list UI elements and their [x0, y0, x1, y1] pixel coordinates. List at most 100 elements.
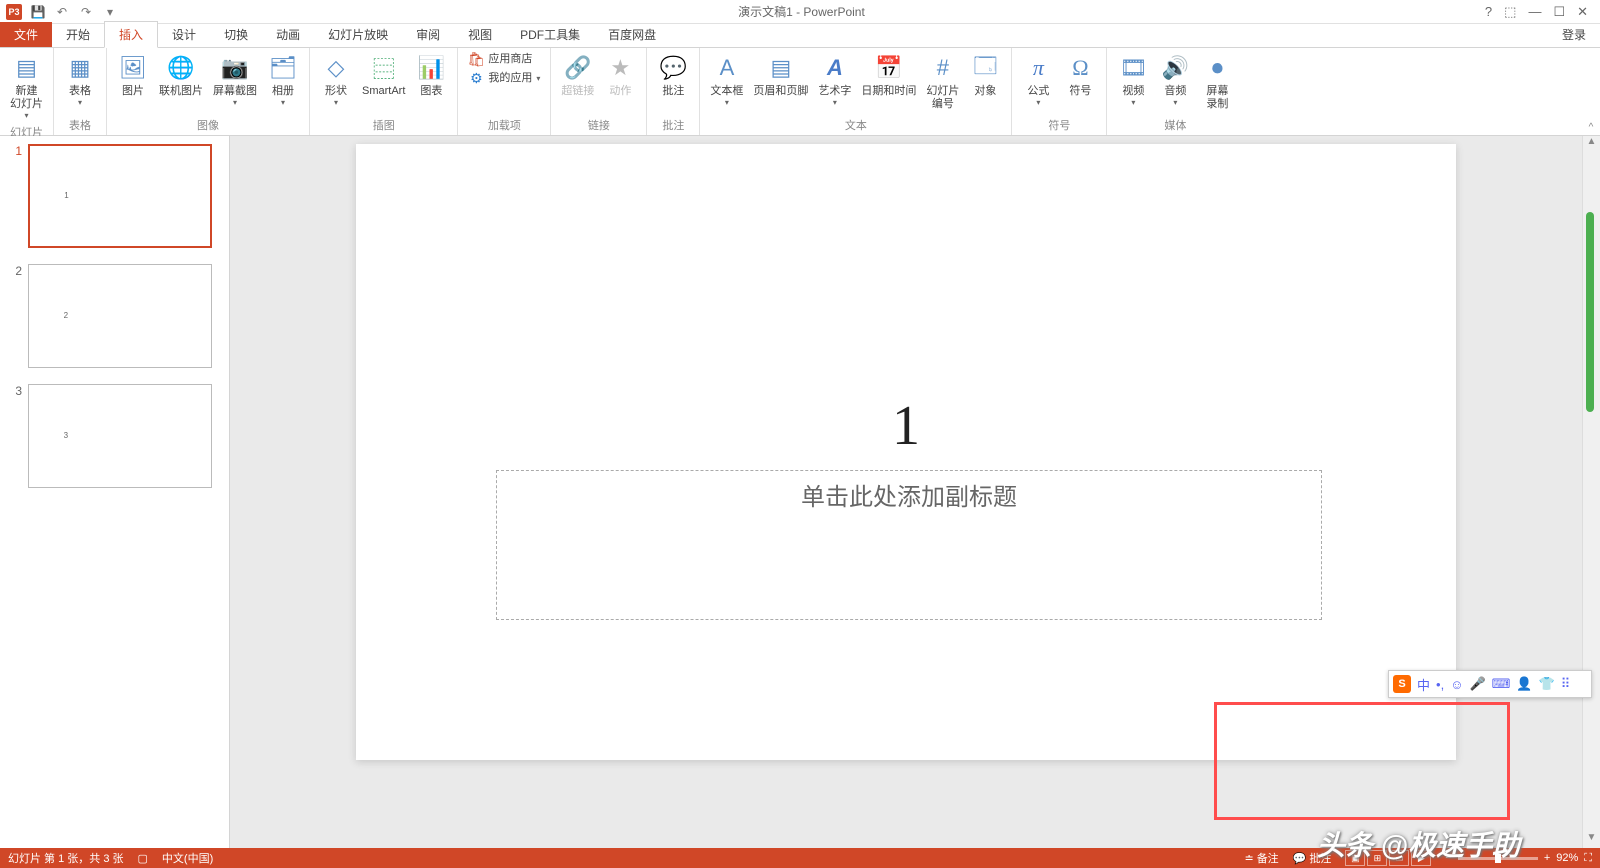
ime-menu-button[interactable]: ⠿	[1561, 676, 1571, 692]
thumb-content: 1	[64, 191, 68, 200]
store-button[interactable]: 🛍 应用商店	[464, 50, 544, 68]
thumbnail-2[interactable]: 2 2	[10, 264, 219, 368]
help-button[interactable]: ?	[1485, 4, 1492, 20]
album-button[interactable]: 🗂 相册 ▾	[263, 50, 303, 109]
ime-toolbar[interactable]: S 中 •, ☺ 🎤 ⌨ 👤 👕 ⠿	[1388, 670, 1592, 698]
online-picture-label: 联机图片	[159, 85, 203, 98]
slide-subtitle-placeholder[interactable]: 单击此处添加副标题	[496, 470, 1322, 620]
thumb-preview[interactable]: 3	[28, 384, 212, 488]
tab-insert[interactable]: 插入	[104, 21, 158, 48]
slide-number-button[interactable]: # 幻灯片 编号	[922, 50, 963, 113]
fit-to-window-button[interactable]: ⛶	[1584, 852, 1592, 865]
ime-voice-button[interactable]: 🎤	[1469, 676, 1485, 692]
video-button[interactable]: 🎞 视频 ▾	[1113, 50, 1153, 109]
ime-skin-button[interactable]: 👕	[1539, 676, 1555, 692]
zoom-slider[interactable]	[1458, 857, 1538, 860]
group-label-text: 文本	[845, 115, 867, 135]
minimize-button[interactable]: —	[1528, 4, 1541, 20]
dropdown-caret-icon: ▾	[1173, 98, 1177, 107]
dropdown-caret-icon: ▾	[1036, 98, 1040, 107]
video-icon: 🎞	[1117, 52, 1149, 84]
slide-sorter-button[interactable]: ⊞	[1367, 850, 1387, 866]
sign-in-button[interactable]: 登录	[1548, 22, 1600, 47]
ime-punct-toggle[interactable]: •,	[1436, 677, 1444, 692]
scroll-up-button[interactable]: ▲	[1583, 136, 1600, 152]
thumbnail-1[interactable]: 1 1	[10, 144, 219, 248]
wordart-button[interactable]: A 艺术字 ▾	[814, 50, 855, 109]
new-slide-button[interactable]: ▤ 新建 幻灯片 ▾	[6, 50, 47, 122]
object-button[interactable]: 🗔 对象	[965, 50, 1005, 100]
slideshow-view-button[interactable]: ▶	[1411, 850, 1431, 866]
maximize-button[interactable]: ☐	[1553, 4, 1565, 20]
notes-button[interactable]: ≐ 备注	[1244, 850, 1278, 866]
ime-lang-toggle[interactable]: 中	[1417, 675, 1430, 694]
equation-button[interactable]: π 公式 ▾	[1018, 50, 1058, 109]
ribbon-display-options[interactable]: ⬚	[1504, 4, 1516, 20]
comment-button[interactable]: 💬 批注	[653, 50, 693, 100]
scroll-track[interactable]	[1583, 152, 1600, 832]
ime-emoji-button[interactable]: ☺	[1450, 677, 1463, 692]
group-comments: 💬 批注 批注	[647, 48, 700, 135]
comments-button[interactable]: 💬 批注	[1293, 850, 1332, 866]
thumbnail-3[interactable]: 3 3	[10, 384, 219, 488]
slide-title[interactable]: 1	[892, 394, 920, 458]
slide-number-label: 幻灯片 编号	[926, 85, 959, 111]
start-from-beginning-button[interactable]: ▾	[102, 4, 118, 20]
audio-button[interactable]: 🔊 音频 ▾	[1155, 50, 1195, 109]
undo-button[interactable]: ↶	[54, 4, 70, 20]
symbol-label: 符号	[1069, 85, 1091, 98]
tab-design[interactable]: 设计	[158, 22, 210, 47]
zoom-slider-knob[interactable]	[1495, 854, 1501, 863]
shapes-button[interactable]: ◇ 形状 ▾	[316, 50, 356, 109]
quick-access-toolbar: P3 💾 ↶ ↷ ▾	[0, 4, 118, 20]
slide-canvas[interactable]: 1 单击此处添加副标题	[356, 144, 1456, 760]
datetime-button[interactable]: 📅 日期和时间	[857, 50, 920, 100]
album-label: 相册	[272, 85, 294, 98]
reading-view-button[interactable]: ▭	[1389, 850, 1409, 866]
table-button[interactable]: ▦ 表格 ▾	[60, 50, 100, 109]
close-button[interactable]: ✕	[1577, 4, 1588, 20]
collapse-ribbon-button[interactable]: ^	[1582, 48, 1600, 135]
screen-recording-button[interactable]: ⏺ 屏幕 录制	[1197, 50, 1237, 113]
myapps-icon: ⚙	[468, 70, 484, 86]
new-slide-icon: ▤	[11, 52, 43, 84]
language-indicator[interactable]: 中文(中国)	[162, 850, 213, 866]
picture-icon: 🖼	[117, 52, 149, 84]
screenshot-button[interactable]: 📷 屏幕截图 ▾	[209, 50, 261, 109]
tab-slideshow[interactable]: 幻灯片放映	[314, 22, 402, 47]
textbox-button[interactable]: A 文本框 ▾	[706, 50, 747, 109]
ime-user-button[interactable]: 👤	[1516, 676, 1532, 692]
thumb-preview[interactable]: 2	[28, 264, 212, 368]
scroll-down-button[interactable]: ▼	[1583, 832, 1600, 848]
save-button[interactable]: 💾	[30, 4, 46, 20]
ime-keyboard-button[interactable]: ⌨	[1492, 676, 1511, 692]
thumb-preview[interactable]: 1	[28, 144, 212, 248]
myapps-button[interactable]: ⚙ 我的应用 ▾	[464, 69, 544, 87]
store-label: 应用商店	[488, 53, 532, 66]
scroll-handle[interactable]	[1586, 212, 1594, 412]
spellcheck-button[interactable]: ▢	[138, 852, 148, 865]
smartart-button[interactable]: ⿳ SmartArt	[358, 50, 409, 100]
tab-view[interactable]: 视图	[454, 22, 506, 47]
redo-button[interactable]: ↷	[78, 4, 94, 20]
chart-button[interactable]: 📊 图表	[411, 50, 451, 100]
symbol-button[interactable]: Ω 符号	[1060, 50, 1100, 100]
tab-baidu[interactable]: 百度网盘	[594, 22, 670, 47]
header-footer-button[interactable]: ▤ 页眉和页脚	[749, 50, 812, 100]
tab-home[interactable]: 开始	[52, 22, 104, 47]
tab-review[interactable]: 审阅	[402, 22, 454, 47]
online-picture-button[interactable]: 🌐 联机图片	[155, 50, 207, 100]
tab-pdftools[interactable]: PDF工具集	[506, 22, 594, 47]
normal-view-button[interactable]: ▣	[1345, 850, 1365, 866]
screen-recording-icon: ⏺	[1201, 52, 1233, 84]
picture-button[interactable]: 🖼 图片	[113, 50, 153, 100]
tab-file[interactable]: 文件	[0, 22, 52, 47]
tab-transitions[interactable]: 切换	[210, 22, 262, 47]
zoom-percent[interactable]: 92%	[1556, 852, 1578, 864]
zoom-out-button[interactable]: −	[1445, 852, 1451, 864]
group-addins: 🛍 应用商店 ⚙ 我的应用 ▾ 加载项	[458, 48, 551, 135]
vertical-scrollbar[interactable]: ▲ ▼	[1582, 136, 1600, 848]
audio-label: 音频	[1164, 85, 1186, 98]
tab-animations[interactable]: 动画	[262, 22, 314, 47]
zoom-in-button[interactable]: +	[1544, 852, 1550, 864]
